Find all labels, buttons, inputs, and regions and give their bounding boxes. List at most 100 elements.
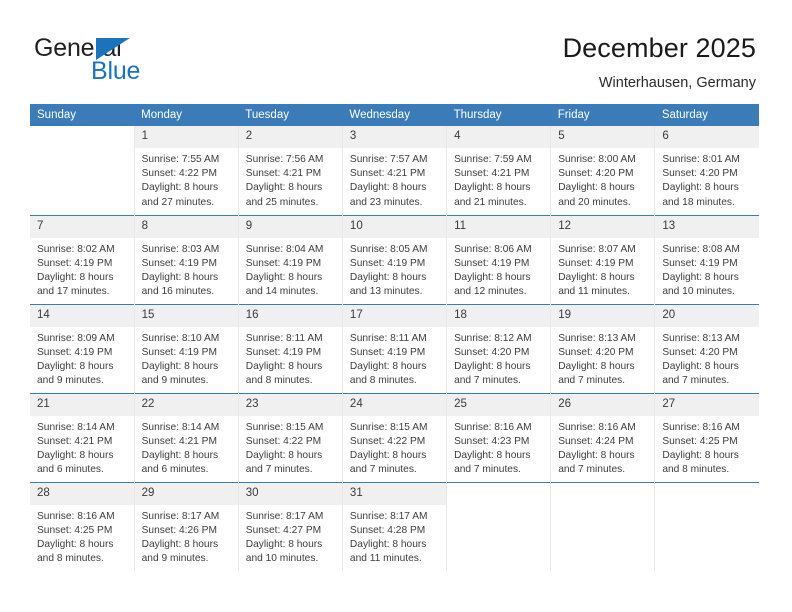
calendar-day-cell[interactable]: 7 Sunrise: 8:02 AM Sunset: 4:19 PM Daylight… xyxy=(30,214,135,304)
sunset-text: Sunset: 4:21 PM xyxy=(349,168,426,180)
day-number: 29 xyxy=(134,482,238,505)
sunrise-text: Sunrise: 7:55 AM xyxy=(141,154,220,165)
calendar-day-cell[interactable]: 21 Sunrise: 8:14 AM Sunset: 4:21 PM Dayligh… xyxy=(30,392,135,482)
day-number: 6 xyxy=(655,126,759,148)
calendar-day-cell[interactable]: 17 Sunrise: 8:11 AM Sunset: 4:19 PM Dayligh… xyxy=(341,303,447,393)
calendar-day-cell[interactable]: 13 Sunrise: 8:08 AM Sunset: 4:19 PM Dayligh… xyxy=(654,214,759,304)
sunrise-text: Sunrise: 8:10 AM xyxy=(141,332,220,344)
calendar-day-cell[interactable]: 18 Sunrise: 8:12 AM Sunset: 4:20 PM Dayligh… xyxy=(446,303,551,393)
sunset-text: Sunset: 4:20 PM xyxy=(662,346,738,358)
sunrise-text: Sunrise: 8:16 AM xyxy=(454,421,532,433)
calendar-day-cell[interactable]: 23 Sunrise: 8:15 AM Sunset: 4:22 PM Dayligh… xyxy=(237,392,343,482)
daylight-text-continued: and 7 minutes. xyxy=(454,375,521,387)
calendar-day-cell[interactable]: 27 Sunrise: 8:16 AM Sunset: 4:25 PM Dayligh… xyxy=(654,392,759,482)
daylight-text: Daylight: 8 hours xyxy=(141,360,219,372)
daylight-text-continued: and 20 minutes. xyxy=(558,196,631,208)
daylight-text: Daylight: 8 hours xyxy=(349,182,427,194)
calendar-day-cell[interactable]: 9 Sunrise: 8:04 AM Sunset: 4:19 PM Daylight… xyxy=(237,214,343,304)
sunset-text: Sunset: 4:19 PM xyxy=(37,257,113,269)
calendar-day-cell[interactable]: 30 Sunrise: 8:17 AM Sunset: 4:27 PM Dayligh… xyxy=(237,481,343,571)
calendar-day-cell[interactable]: 14 Sunrise: 8:09 AM Sunset: 4:19 PM Dayligh… xyxy=(30,303,135,393)
day-details: Sunrise: 8:09 AM Sunset: 4:19 PM Daylight:… xyxy=(30,327,134,389)
calendar-day-cell[interactable]: 2 Sunrise: 7:56 AM Sunset: 4:21 PM Daylight… xyxy=(237,126,343,215)
sunrise-text: Sunrise: 8:16 AM xyxy=(558,421,636,433)
sunrise-text: Sunrise: 8:06 AM xyxy=(454,243,532,255)
day-details: Sunrise: 8:16 AM Sunset: 4:25 PM Daylight:… xyxy=(655,416,759,478)
calendar-day-cell-empty xyxy=(30,126,135,215)
day-details: Sunrise: 8:16 AM Sunset: 4:23 PM Daylight:… xyxy=(447,416,550,478)
calendar-day-cell[interactable]: 11 Sunrise: 8:06 AM Sunset: 4:19 PM Dayligh… xyxy=(446,214,551,304)
calendar-day-cell[interactable]: 1 Sunrise: 7:55 AM Sunset: 4:22 PM Daylight… xyxy=(133,126,239,215)
sunset-text: Sunset: 4:20 PM xyxy=(454,346,530,358)
calendar-day-cell[interactable]: 31 Sunrise: 8:17 AM Sunset: 4:28 PM Dayligh… xyxy=(341,481,447,571)
calendar-day-cell[interactable]: 26 Sunrise: 8:16 AM Sunset: 4:24 PM Dayligh… xyxy=(550,392,655,482)
sunrise-text: Sunrise: 8:17 AM xyxy=(349,510,428,522)
calendar-day-cell[interactable]: 20 Sunrise: 8:13 AM Sunset: 4:20 PM Dayligh… xyxy=(654,303,759,393)
day-number: 7 xyxy=(30,215,134,238)
calendar-day-cell[interactable]: 19 Sunrise: 8:13 AM Sunset: 4:20 PM Dayligh… xyxy=(550,303,655,393)
day-details: Sunrise: 8:04 AM Sunset: 4:19 PM Daylight:… xyxy=(239,238,342,300)
sunset-text: Sunset: 4:25 PM xyxy=(662,435,738,447)
day-details: Sunrise: 8:06 AM Sunset: 4:19 PM Daylight:… xyxy=(447,238,550,300)
calendar-day-cell[interactable]: 16 Sunrise: 8:11 AM Sunset: 4:19 PM Dayligh… xyxy=(237,303,343,393)
day-details: Sunrise: 8:12 AM Sunset: 4:20 PM Daylight:… xyxy=(447,327,550,389)
day-details: Sunrise: 8:11 AM Sunset: 4:19 PM Daylight:… xyxy=(343,327,446,389)
daylight-text: Daylight: 8 hours xyxy=(558,449,635,461)
day-details: Sunrise: 8:14 AM Sunset: 4:21 PM Daylight:… xyxy=(135,416,238,478)
sunrise-text: Sunrise: 8:04 AM xyxy=(245,243,324,255)
day-number: 13 xyxy=(655,215,759,238)
day-number: 31 xyxy=(342,482,447,505)
sunrise-text: Sunrise: 8:00 AM xyxy=(558,154,636,165)
sunset-text: Sunset: 4:19 PM xyxy=(245,257,322,269)
day-number: 22 xyxy=(134,393,238,416)
day-number: 19 xyxy=(551,304,655,327)
sunset-text: Sunset: 4:28 PM xyxy=(349,524,426,536)
calendar-day-cell[interactable]: 15 Sunrise: 8:10 AM Sunset: 4:19 PM Dayligh… xyxy=(133,303,239,393)
day-number: 20 xyxy=(655,304,759,327)
daylight-text: Daylight: 8 hours xyxy=(245,449,323,461)
calendar-day-cell[interactable]: 28 Sunrise: 8:16 AM Sunset: 4:25 PM Dayligh… xyxy=(30,481,135,571)
sunrise-text: Sunrise: 8:17 AM xyxy=(245,510,324,522)
sunset-text: Sunset: 4:23 PM xyxy=(454,435,530,447)
calendar-day-cell-empty xyxy=(446,481,551,571)
calendar-day-cell[interactable]: 4 Sunrise: 7:59 AM Sunset: 4:21 PM Daylight… xyxy=(446,126,551,215)
calendar-day-cell[interactable]: 29 Sunrise: 8:17 AM Sunset: 4:26 PM Dayligh… xyxy=(133,481,239,571)
daylight-text: Daylight: 8 hours xyxy=(37,360,114,372)
day-details: Sunrise: 8:00 AM Sunset: 4:20 PM Daylight:… xyxy=(551,148,654,210)
sunrise-text: Sunrise: 7:59 AM xyxy=(454,154,532,165)
daylight-text: Daylight: 8 hours xyxy=(558,271,635,283)
day-number: 24 xyxy=(342,393,447,416)
daylight-text: Daylight: 8 hours xyxy=(245,182,323,194)
sunset-text: Sunset: 4:21 PM xyxy=(37,435,113,447)
calendar-day-cell[interactable]: 6 Sunrise: 8:01 AM Sunset: 4:20 PM Daylight… xyxy=(654,126,759,215)
calendar-day-cell[interactable]: 12 Sunrise: 8:07 AM Sunset: 4:19 PM Dayligh… xyxy=(550,214,655,304)
sunset-text: Sunset: 4:22 PM xyxy=(141,168,217,180)
day-number: 5 xyxy=(551,126,655,148)
daylight-text: Daylight: 8 hours xyxy=(454,449,531,461)
sunset-text: Sunset: 4:19 PM xyxy=(37,346,113,358)
daylight-text: Daylight: 8 hours xyxy=(662,449,739,461)
brand-logo[interactable]: General Blue xyxy=(34,34,214,90)
sunset-text: Sunset: 4:25 PM xyxy=(37,524,113,536)
sunrise-text: Sunrise: 7:56 AM xyxy=(245,154,324,165)
calendar-day-cell[interactable]: 3 Sunrise: 7:57 AM Sunset: 4:21 PM Daylight… xyxy=(341,126,447,215)
day-number: 15 xyxy=(134,304,238,327)
sunset-text: Sunset: 4:19 PM xyxy=(349,257,426,269)
calendar-day-cell[interactable]: 22 Sunrise: 8:14 AM Sunset: 4:21 PM Dayligh… xyxy=(133,392,239,482)
calendar-day-cell[interactable]: 5 Sunrise: 8:00 AM Sunset: 4:20 PM Daylight… xyxy=(550,126,655,215)
sunset-text: Sunset: 4:27 PM xyxy=(245,524,322,536)
sunrise-text: Sunrise: 8:12 AM xyxy=(454,332,532,344)
daylight-text-continued: and 10 minutes. xyxy=(245,553,319,565)
day-number: 27 xyxy=(655,393,759,416)
calendar-day-cell[interactable]: 10 Sunrise: 8:05 AM Sunset: 4:19 PM Dayligh… xyxy=(341,214,447,304)
daylight-text: Daylight: 8 hours xyxy=(662,271,739,283)
day-details: Sunrise: 7:59 AM Sunset: 4:21 PM Daylight:… xyxy=(447,148,550,210)
sunset-text: Sunset: 4:20 PM xyxy=(558,346,634,358)
daylight-text: Daylight: 8 hours xyxy=(558,360,635,372)
calendar-day-cell[interactable]: 24 Sunrise: 8:15 AM Sunset: 4:22 PM Dayligh… xyxy=(341,392,447,482)
calendar-day-cell[interactable]: 25 Sunrise: 8:16 AM Sunset: 4:23 PM Dayligh… xyxy=(446,392,551,482)
daylight-text: Daylight: 8 hours xyxy=(662,182,739,194)
day-details: Sunrise: 8:14 AM Sunset: 4:21 PM Daylight:… xyxy=(30,416,134,478)
calendar-day-cell[interactable]: 8 Sunrise: 8:03 AM Sunset: 4:19 PM Daylight… xyxy=(133,214,239,304)
daylight-text: Daylight: 8 hours xyxy=(37,271,114,283)
